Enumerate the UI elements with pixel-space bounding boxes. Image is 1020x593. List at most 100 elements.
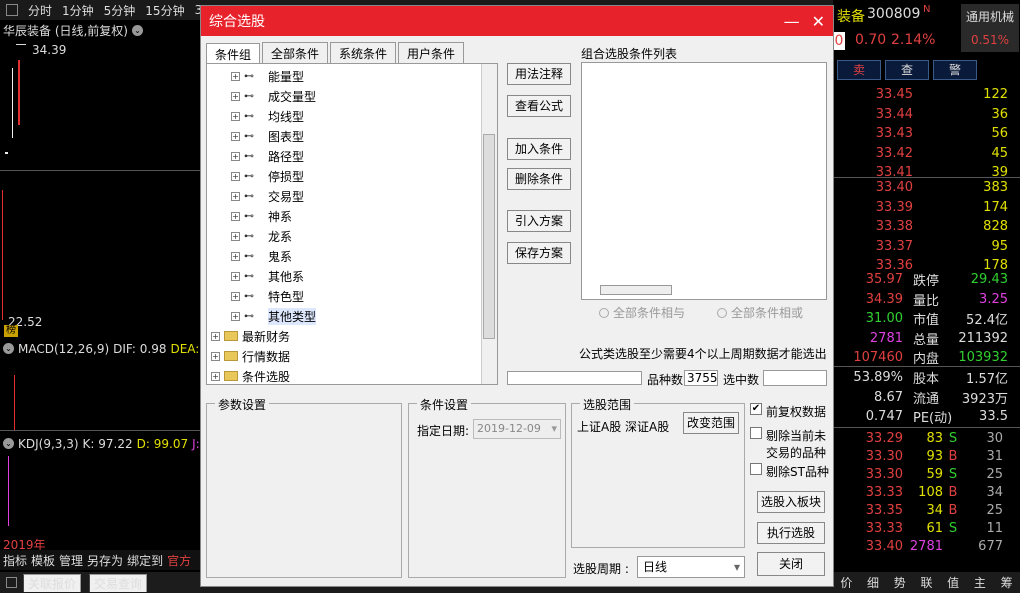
exclude-st-checkbox[interactable]: 剔除ST品种: [750, 463, 829, 480]
date-picker[interactable]: 2019-12-09 ▾: [473, 419, 561, 439]
expand-icon[interactable]: +: [231, 271, 240, 281]
period-tab-fenshi[interactable]: 分时: [28, 2, 52, 19]
tree-item[interactable]: + ⊷ 交易型: [207, 186, 497, 206]
to-board-button[interactable]: 选股入板块: [757, 491, 825, 513]
tree-item[interactable]: + ⊷ 成交量型: [207, 86, 497, 106]
status-trade-query[interactable]: 交易查询: [89, 573, 148, 592]
change-range-button[interactable]: 改变范围: [683, 412, 739, 434]
expand-icon[interactable]: +: [231, 191, 240, 201]
chevron-down-icon[interactable]: ⌄: [132, 24, 143, 36]
chevron-down-icon[interactable]: ⌄: [3, 343, 14, 354]
add-condition-button[interactable]: 加入条件: [507, 138, 571, 160]
sell-button[interactable]: 卖: [837, 60, 881, 80]
new-flag: N: [923, 4, 931, 15]
expand-icon[interactable]: +: [211, 371, 220, 381]
tree-folder[interactable]: + 行情数据: [207, 346, 497, 366]
date-value: 2019-12-09: [477, 422, 541, 435]
run-screen-button[interactable]: 执行选股: [757, 522, 825, 544]
delete-condition-button[interactable]: 删除条件: [507, 168, 571, 190]
import-plan-button[interactable]: 引入方案: [507, 210, 571, 232]
close-button[interactable]: 关闭: [757, 552, 825, 576]
tab-template[interactable]: 模板: [31, 552, 55, 569]
tree-folder[interactable]: + 条件选股: [207, 366, 497, 384]
tick-volume: 34: [926, 503, 943, 518]
rank-badge[interactable]: 榜: [4, 325, 18, 337]
minimize-icon[interactable]: —: [784, 12, 800, 31]
expand-icon[interactable]: +: [231, 211, 240, 221]
macd-bar: [14, 375, 15, 430]
tree-item[interactable]: + ⊷ 特色型: [207, 286, 497, 306]
expand-icon[interactable]: +: [211, 331, 220, 341]
radio-or-label: 全部条件相或: [731, 306, 804, 320]
expand-icon[interactable]: +: [231, 111, 240, 121]
condition-tree[interactable]: + ⊷ 能量型 + ⊷ 成交量型 + ⊷ 均线型 + ⊷ 图表型 + ⊷ 路径型 + ⊷ 停损型 + ⊷ 交易型 + ⊷ 神系…: [206, 63, 498, 385]
expand-icon[interactable]: +: [231, 71, 240, 81]
view-formula-button[interactable]: 查看公式: [507, 95, 571, 117]
expand-icon[interactable]: +: [231, 251, 240, 261]
expand-icon[interactable]: +: [231, 231, 240, 241]
tab-bind[interactable]: 绑定到: [127, 552, 163, 569]
alert-button[interactable]: 警: [933, 60, 977, 80]
period-tab-15min[interactable]: 15分钟: [145, 2, 184, 19]
tab-user-conditions[interactable]: 用户条件: [398, 42, 465, 65]
status-related-quote[interactable]: 关联报价: [23, 573, 82, 592]
tick-row: 33.30 59 S 25: [833, 465, 1020, 484]
tree-scrollbar[interactable]: [481, 64, 497, 384]
condition-list[interactable]: [581, 62, 827, 300]
menu-icon[interactable]: [6, 4, 18, 16]
scroll-thumb[interactable]: [483, 134, 495, 339]
key-icon: ⊷: [244, 250, 254, 262]
footer-tab-trend[interactable]: 势: [894, 574, 906, 591]
footer-tab-main[interactable]: 主: [974, 574, 986, 591]
tree-item[interactable]: + ⊷ 停损型: [207, 166, 497, 186]
tab-official[interactable]: 官方: [167, 552, 191, 569]
tree-item[interactable]: + ⊷ 鬼系: [207, 246, 497, 266]
exclude-notrade-checkbox[interactable]: 剔除当前未交易的品种: [750, 427, 832, 461]
tab-indicator[interactable]: 指标: [3, 552, 27, 569]
query-button[interactable]: 查: [885, 60, 929, 80]
save-plan-button[interactable]: 保存方案: [507, 242, 571, 264]
tab-all-conditions[interactable]: 全部条件: [262, 42, 329, 65]
close-icon[interactable]: ✕: [812, 12, 825, 31]
footer-tab-related[interactable]: 联: [920, 574, 932, 591]
tree-folder[interactable]: + 最新财务: [207, 326, 497, 346]
expand-icon[interactable]: +: [231, 311, 240, 321]
footer-tab-value[interactable]: 值: [947, 574, 959, 591]
tree-item[interactable]: + ⊷ 图表型: [207, 126, 497, 146]
industry-box[interactable]: 通用机械 0.51%: [961, 4, 1019, 52]
tab-save-as[interactable]: 另存为: [87, 552, 123, 569]
stat-label: 市值: [913, 313, 940, 328]
tree-item[interactable]: + ⊷ 其他类型: [207, 306, 497, 326]
cycle-select[interactable]: 日线 ▾: [637, 556, 745, 578]
key-icon: ⊷: [244, 70, 254, 82]
tree-item[interactable]: + ⊷ 路径型: [207, 146, 497, 166]
period-tab-1min[interactable]: 1分钟: [62, 2, 94, 19]
tree-item[interactable]: + ⊷ 其他系: [207, 266, 497, 286]
expand-icon[interactable]: +: [231, 151, 240, 161]
stock-code: 300809: [867, 6, 921, 22]
expand-icon[interactable]: +: [231, 131, 240, 141]
chevron-down-icon[interactable]: ⌄: [3, 438, 14, 449]
tree-item[interactable]: + ⊷ 均线型: [207, 106, 497, 126]
footer-tab-chips[interactable]: 筹: [1001, 574, 1013, 591]
tab-system-conditions[interactable]: 系统条件: [330, 42, 397, 65]
tab-manage[interactable]: 管理: [59, 552, 83, 569]
param-settings-label: 参数设置: [215, 396, 270, 413]
tree-item[interactable]: + ⊷ 能量型: [207, 66, 497, 86]
period-tab-5min[interactable]: 5分钟: [104, 2, 136, 19]
radio-all-or[interactable]: 全部条件相或: [717, 304, 803, 321]
tree-item[interactable]: + ⊷ 龙系: [207, 226, 497, 246]
expand-icon[interactable]: +: [231, 91, 240, 101]
usage-notes-button[interactable]: 用法注释: [507, 63, 571, 85]
expand-icon[interactable]: +: [231, 171, 240, 181]
radio-all-and[interactable]: 全部条件相与: [599, 304, 685, 321]
footer-tab-detail[interactable]: 细: [867, 574, 879, 591]
list-hscroll[interactable]: [600, 285, 672, 295]
adjusted-data-checkbox[interactable]: ✔ 前复权数据: [750, 403, 826, 420]
expand-icon[interactable]: +: [211, 351, 220, 361]
window-icon[interactable]: [6, 577, 17, 588]
tree-item[interactable]: + ⊷ 神系: [207, 206, 497, 226]
footer-tab-price[interactable]: 价: [840, 574, 852, 591]
tick-row: 33.40 2781 677: [833, 537, 1020, 556]
expand-icon[interactable]: +: [231, 291, 240, 301]
